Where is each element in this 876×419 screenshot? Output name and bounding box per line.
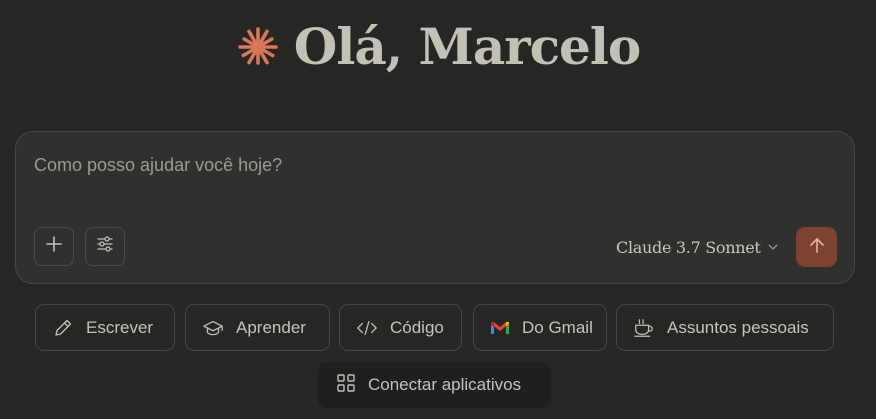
connect-label: Conectar aplicativos — [368, 375, 522, 394]
action-label: Código — [390, 317, 444, 337]
model-name: Claude 3.7 Sonnet — [616, 237, 761, 257]
action-label: Escrever — [86, 317, 154, 337]
greeting-title: Olá, Marcelo — [293, 17, 641, 76]
message-composer: Claude 3.7 Sonnet — [15, 131, 855, 284]
graduation-cap-icon — [202, 317, 224, 339]
prompt-input[interactable] — [34, 152, 814, 178]
connect-apps-button[interactable]: Conectar aplicativos — [318, 362, 551, 408]
gmail-icon — [490, 317, 510, 339]
claude-starburst-icon — [236, 25, 280, 69]
action-personal-button[interactable]: Assuntos pessoais — [616, 304, 834, 351]
chevron-down-icon — [767, 238, 779, 257]
sliders-icon — [96, 235, 114, 258]
plus-icon — [45, 235, 63, 258]
coffee-cup-icon — [633, 317, 655, 339]
tools-button[interactable] — [85, 227, 125, 266]
code-icon — [356, 317, 378, 339]
pencil-icon — [52, 317, 74, 339]
action-gmail-button[interactable]: Do Gmail — [473, 304, 607, 351]
action-label: Aprender — [236, 317, 306, 337]
model-selector[interactable]: Claude 3.7 Sonnet — [616, 235, 779, 259]
greeting: Olá, Marcelo — [0, 16, 876, 78]
add-attachment-button[interactable] — [34, 227, 74, 266]
action-label: Assuntos pessoais — [667, 317, 809, 337]
action-label: Do Gmail — [522, 317, 593, 337]
arrow-up-icon — [808, 236, 826, 259]
action-code-button[interactable]: Código — [339, 304, 462, 351]
grid-icon — [336, 373, 356, 398]
action-write-button[interactable]: Escrever — [35, 304, 175, 351]
chat-home: Olá, Marcelo Claude 3.7 Sonnet — [0, 0, 876, 419]
send-button[interactable] — [796, 227, 837, 267]
action-learn-button[interactable]: Aprender — [185, 304, 330, 351]
